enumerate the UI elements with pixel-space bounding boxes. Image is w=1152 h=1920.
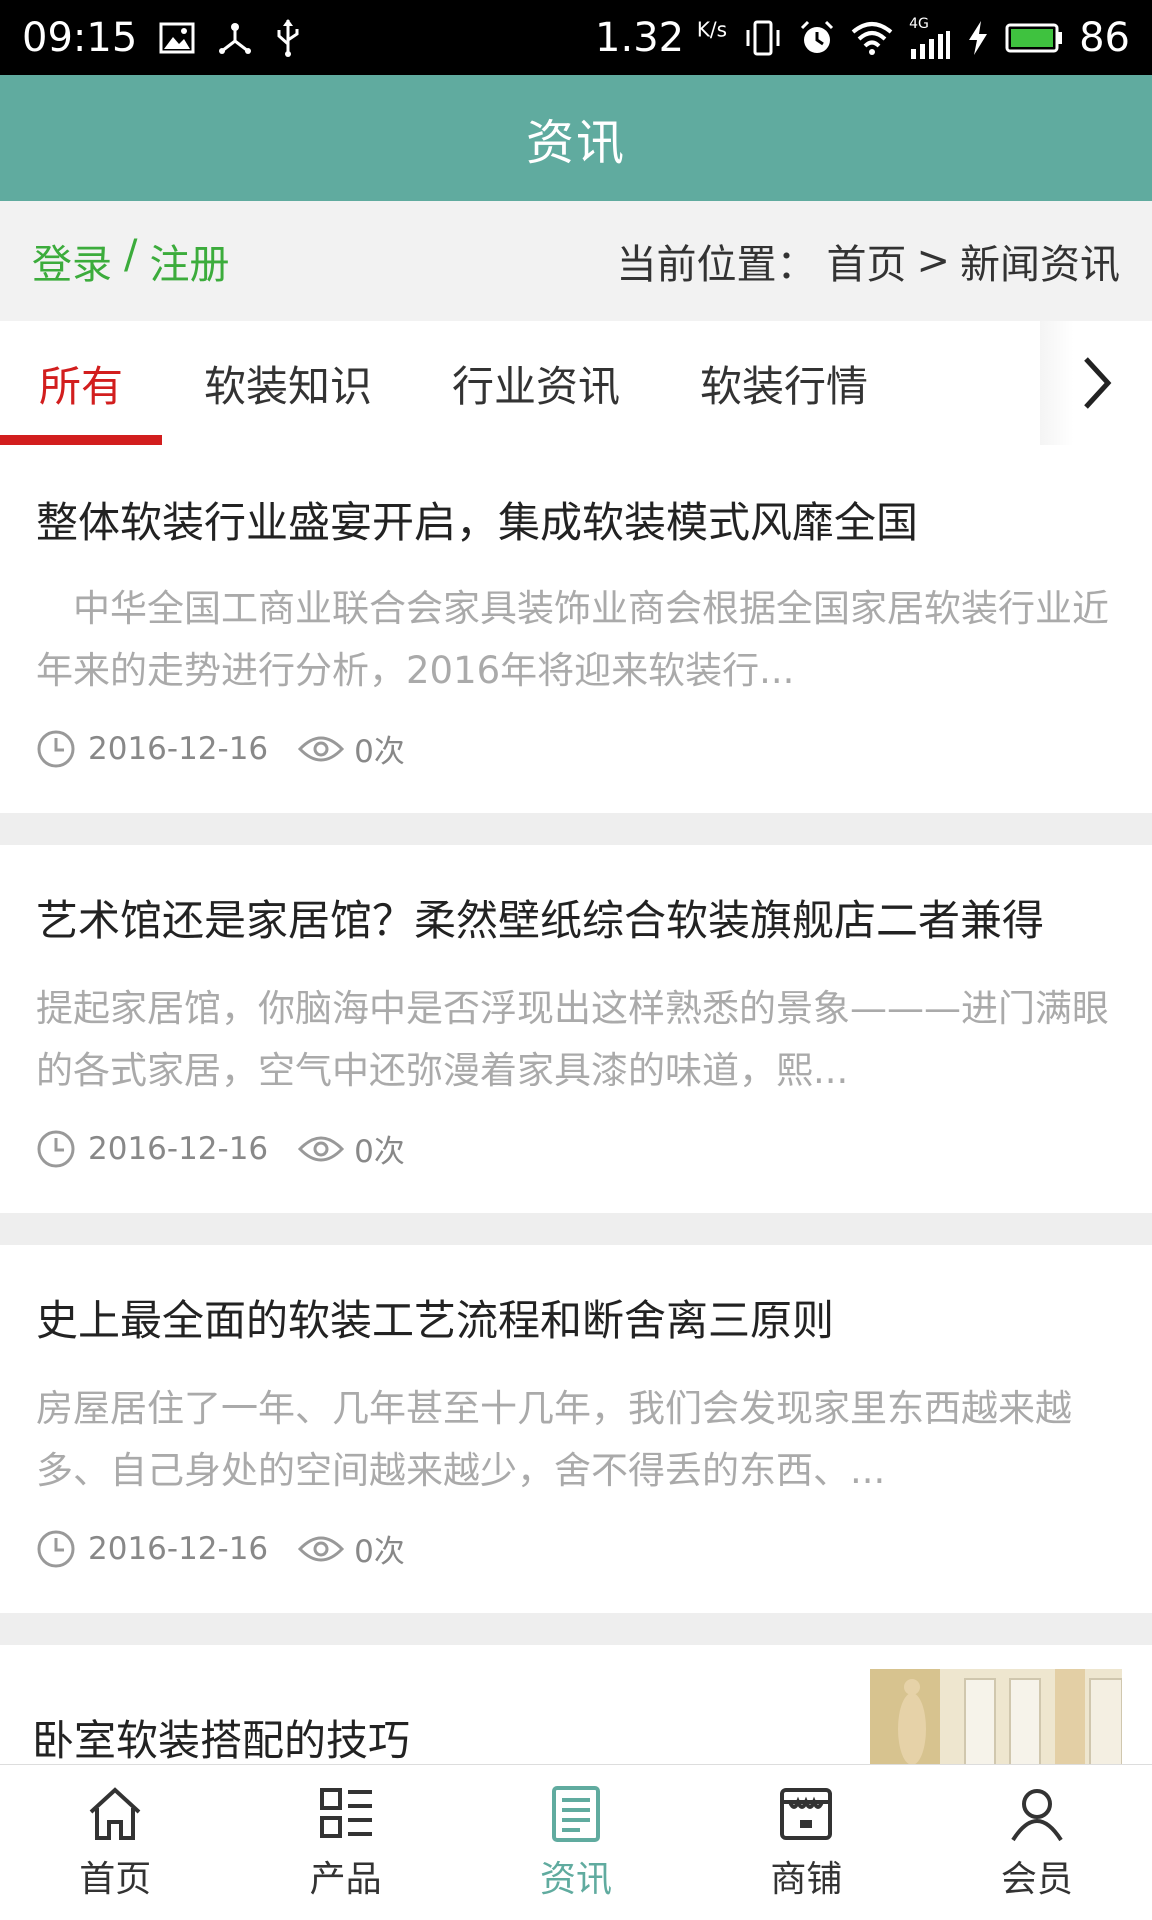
vibrate-icon — [743, 20, 783, 56]
breadcrumb: 当前位置： 首页 > 新闻资讯 — [616, 232, 1120, 290]
breadcrumb-current: 新闻资讯 — [960, 242, 1120, 288]
tab-label: 所有 — [38, 361, 123, 411]
news-title: 整体软装行业盛宴开启，集成软装模式风靡全国 — [36, 498, 919, 547]
network-type: 4G — [909, 15, 929, 32]
network-speed: 1.32 K/s — [595, 15, 727, 61]
news-icon — [552, 1785, 601, 1842]
wifi-icon — [851, 20, 893, 56]
category-tabs: 所有 软装知识 行业资讯 软装行情 — [0, 321, 1152, 445]
divider — [0, 1613, 1152, 1645]
nav-news[interactable]: 资讯 — [461, 1765, 691, 1920]
usb-tether-icon — [217, 21, 253, 55]
shop-icon — [780, 1787, 833, 1840]
news-views: 0次 — [354, 1134, 405, 1170]
news-date: 2016-12-16 — [88, 1530, 269, 1567]
tabs-scroll-right-button[interactable] — [1040, 321, 1152, 445]
grid-list-icon — [319, 1787, 372, 1838]
tab-label: 软装行情 — [699, 361, 868, 411]
auth-links: 登录 / 注册 — [32, 232, 229, 290]
usb-icon — [275, 18, 301, 58]
battery-icon — [1005, 22, 1063, 54]
breadcrumb-arrow: > — [916, 238, 950, 284]
news-thumbnail — [870, 1669, 1122, 1765]
signal-icon: 4G — [909, 17, 951, 59]
clock-icon — [37, 730, 75, 767]
user-icon — [1011, 1788, 1063, 1841]
tab-industry-news[interactable]: 行业资讯 — [428, 321, 644, 445]
nav-label: 会员 — [1000, 1858, 1073, 1900]
news-item[interactable]: 艺术馆还是家居馆？柔然壁纸综合软装旗舰店二者兼得 提起家居馆，你脑海中是否浮现出… — [0, 845, 1152, 1213]
nav-label: 商铺 — [770, 1858, 843, 1900]
page-title: 资讯 — [525, 115, 626, 171]
news-meta: 2016-12-16 0次 — [36, 1526, 1116, 1571]
divider — [0, 813, 1152, 845]
alarm-icon — [799, 20, 835, 56]
nav-shops[interactable]: 商铺 — [691, 1765, 921, 1920]
status-time: 09:15 — [22, 14, 138, 61]
tab-soft-decor-market[interactable]: 软装行情 — [676, 321, 892, 445]
header-bar: 资讯 — [0, 75, 1152, 201]
login-link[interactable]: 登录 — [32, 232, 112, 290]
speed-value: 1.32 — [595, 14, 685, 61]
nav-label: 资讯 — [540, 1858, 613, 1900]
news-title: 史上最全面的软装工艺流程和断舍离三原则 — [36, 1296, 835, 1345]
tab-all[interactable]: 所有 — [0, 321, 162, 445]
nav-products[interactable]: 产品 — [230, 1765, 460, 1920]
nav-label: 首页 — [79, 1858, 152, 1900]
bottom-nav: 首页 产品 资讯 商铺 会员 — [0, 1764, 1152, 1920]
register-link[interactable]: 注册 — [149, 232, 229, 290]
news-date: 2016-12-16 — [88, 1130, 269, 1167]
tab-soft-decor-knowledge[interactable]: 软装知识 — [180, 321, 396, 445]
speed-unit: K/s — [696, 17, 728, 42]
charging-icon — [967, 20, 989, 56]
news-meta: 2016-12-16 0次 — [36, 1126, 1116, 1171]
eye-icon — [298, 1136, 345, 1161]
news-summary: 提起家居馆，你脑海中是否浮现出这样熟悉的景象———进门满眼的各式家居，空气中还弥… — [36, 987, 1109, 1092]
news-views: 0次 — [354, 734, 405, 770]
chevron-right-icon — [1084, 357, 1112, 409]
news-item[interactable]: 史上最全面的软装工艺流程和断舍离三原则 房屋居住了一年、几年甚至十几年，我们会发… — [0, 1245, 1152, 1613]
nav-member[interactable]: 会员 — [922, 1765, 1152, 1920]
location-bar: 登录 / 注册 当前位置： 首页 > 新闻资讯 — [0, 201, 1152, 321]
clock-icon — [37, 1130, 75, 1167]
eye-icon — [298, 736, 345, 761]
news-summary: 房屋居住了一年、几年甚至十几年，我们会发现家里东西越来越多、自己身处的空间越来越… — [36, 1387, 1072, 1492]
news-list: 整体软装行业盛宴开启，集成软装模式风靡全国 中华全国工商业联合会家具装饰业商会根… — [0, 445, 1152, 1785]
breadcrumb-home[interactable]: 首页 — [826, 232, 906, 290]
battery-level: 86 — [1079, 14, 1130, 61]
nav-label: 产品 — [309, 1858, 382, 1900]
breadcrumb-label: 当前位置： — [616, 242, 817, 288]
nav-home[interactable]: 首页 — [0, 1765, 230, 1920]
image-icon — [159, 22, 195, 54]
news-meta: 2016-12-16 0次 — [36, 726, 1116, 771]
eye-icon — [298, 1536, 345, 1561]
home-icon — [89, 1786, 141, 1840]
status-bar: 09:15 1.32 K/s 4G 86 — [0, 0, 1152, 75]
clock-icon — [37, 1530, 75, 1567]
news-item[interactable]: 整体软装行业盛宴开启，集成软装模式风靡全国 中华全国工商业联合会家具装饰业商会根… — [0, 445, 1152, 813]
divider — [0, 1213, 1152, 1245]
news-views: 0次 — [354, 1534, 405, 1570]
tab-label: 行业资讯 — [451, 361, 620, 411]
auth-separator: / — [124, 232, 138, 278]
news-title: 艺术馆还是家居馆？柔然壁纸综合软装旗舰店二者兼得 — [36, 896, 1045, 945]
news-date: 2016-12-16 — [88, 730, 269, 767]
tab-label: 软装知识 — [203, 361, 372, 411]
news-summary: 中华全国工商业联合会家具装饰业商会根据全国家居软装行业近年来的走势进行分析，20… — [36, 587, 1109, 692]
active-tab-indicator — [0, 435, 162, 445]
